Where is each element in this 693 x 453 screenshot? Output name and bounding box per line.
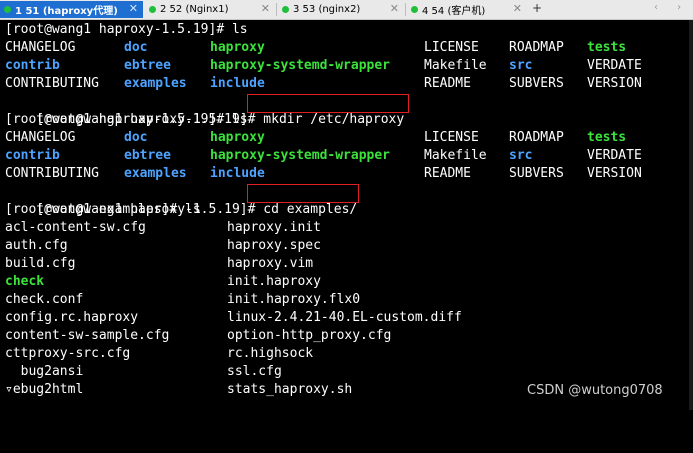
close-icon[interactable]: ✕	[390, 2, 399, 15]
connected-status-icon	[149, 6, 156, 13]
file-listing-row: build.cfg haproxy.vim	[5, 256, 314, 271]
scrollbar[interactable]	[689, 20, 693, 410]
close-icon[interactable]: ✕	[129, 2, 138, 15]
close-icon[interactable]: ✕	[513, 2, 522, 15]
file-listing-row: content-sw-sample.cfg option-http_proxy.…	[5, 328, 392, 343]
tab-label: 3 53 (nginx2)	[293, 4, 361, 15]
watermark: CSDN @wutong0708	[527, 383, 663, 398]
file-listing-row: cttproxy-src.cfg rc.highsock	[5, 346, 314, 361]
tab-session-1[interactable]: 1 51 (haproxy代理) ✕	[0, 1, 143, 18]
ls-output-row: contrib ebtree haproxy-systemd-wrapper M…	[5, 148, 642, 163]
file-listing-row: acl-content-sw.cfg haproxy.init	[5, 220, 321, 235]
ls-output-row: CONTRIBUTING examples include README SUB…	[5, 166, 642, 181]
terminal-output[interactable]: [root@wang1 haproxy-1.5.19]# ls CHANGELO…	[0, 20, 693, 413]
ls-output-row: CHANGELOG doc haproxy LICENSE ROADMAP te…	[5, 130, 627, 145]
connected-status-icon	[411, 6, 418, 13]
tab-session-4[interactable]: 4 54 (客户机) ✕	[407, 1, 527, 18]
prompt-line: [root@wang1 haproxy-1.5.19]# ls	[5, 22, 248, 37]
tab-divider	[405, 3, 406, 16]
ls-output-row: CONTRIBUTING examples include README SUB…	[5, 76, 642, 91]
highlight-box	[247, 94, 409, 113]
tab-label: 4 54 (客户机)	[422, 6, 486, 17]
tab-label: 2 52 (Nginx1)	[160, 4, 229, 15]
session-tab-bar: 1 51 (haproxy代理) ✕ 2 52 (Nginx1) ✕ 3 53 …	[0, 0, 693, 20]
prompt-line: [root@wang1 haproxy-1.5.19]# ls	[5, 112, 248, 127]
highlight-box	[247, 184, 359, 203]
ls-output-row: CHANGELOG doc haproxy LICENSE ROADMAP te…	[5, 40, 627, 55]
file-listing-row: config.rc.haproxy linux-2.4.21-40.EL-cus…	[5, 310, 462, 325]
tab-scroll-arrows[interactable]: ‹ ›	[654, 2, 689, 13]
prompt-line: [root@wang1 examples]# ls	[5, 202, 201, 217]
file-listing-row: auth.cfg haproxy.spec	[5, 238, 321, 253]
file-listing-row: bug2ansi ssl.cfg	[5, 364, 282, 379]
command-cd: cd examples/	[263, 202, 358, 217]
ls-output-row: contrib ebtree haproxy-systemd-wrapper M…	[5, 58, 642, 73]
connected-status-icon	[282, 6, 289, 13]
command-mkdir: mkdir /etc/haproxy	[263, 112, 405, 127]
connected-status-icon	[4, 6, 11, 13]
add-tab-button[interactable]: +	[532, 1, 542, 15]
tab-session-2[interactable]: 2 52 (Nginx1) ✕	[145, 1, 275, 18]
tab-divider	[276, 3, 277, 16]
tab-session-3[interactable]: 3 53 (nginx2) ✕	[278, 1, 404, 18]
tab-label: 1 51 (haproxy代理)	[15, 6, 118, 17]
file-listing-row: check init.haproxy	[5, 274, 321, 289]
file-listing-row: check.conf init.haproxy.flx0	[5, 292, 361, 307]
file-listing-row: ▿ebug2html stats_haproxy.sh	[5, 382, 353, 397]
close-icon[interactable]: ✕	[261, 2, 270, 15]
